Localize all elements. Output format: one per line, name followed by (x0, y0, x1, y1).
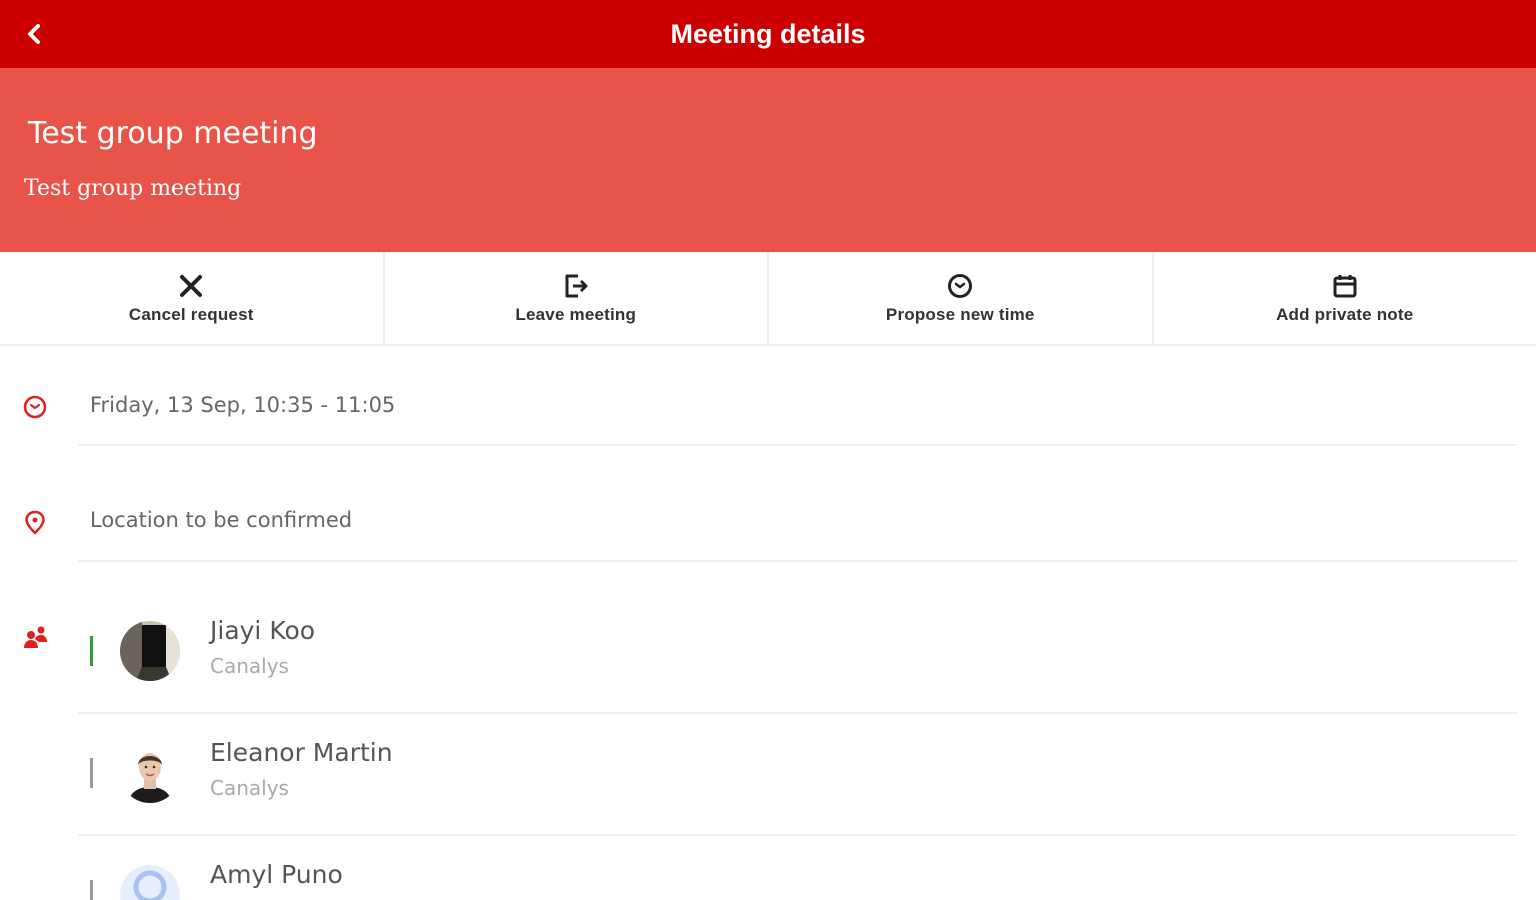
attendee-company: Canalys (210, 776, 289, 800)
clock-icon (948, 274, 973, 298)
meeting-title: Test group meeting (28, 116, 318, 151)
calendar-icon (1333, 275, 1357, 298)
page-title: Meeting details (670, 19, 866, 49)
datetime-row: Friday, 13 Sep, 10:35 - 11:05 (0, 380, 1536, 446)
attendee-row[interactable]: Eleanor Martin Canalys (0, 712, 1536, 832)
leave-meeting-label: Leave meeting (515, 305, 637, 324)
add-private-note-button[interactable]: Add private note (1154, 252, 1536, 344)
attendee-name: Jiayi Koo (210, 616, 316, 645)
meeting-datetime: Friday, 13 Sep, 10:35 - 11:05 (90, 393, 396, 417)
avatar (120, 621, 180, 681)
meeting-location: Location to be confirmed (90, 508, 353, 532)
attendance-status-indicator (90, 880, 93, 900)
cancel-request-button[interactable]: Cancel request (0, 252, 385, 344)
avatar (120, 865, 180, 900)
action-bar: Cancel request Leave meeting Propose new… (0, 252, 1536, 346)
cancel-request-label: Cancel request (128, 305, 254, 324)
meeting-header: Test group meeting Test group meeting (0, 68, 1536, 252)
attendee-name: Eleanor Martin (210, 738, 393, 767)
attendee-company: Canalys (210, 654, 289, 678)
attendance-status-indicator (90, 636, 93, 666)
propose-new-time-label: Propose new time (885, 305, 1035, 324)
attendee-row[interactable]: Jiayi Koo Canalys (0, 590, 1536, 710)
divider (78, 560, 1518, 562)
avatar (120, 743, 180, 803)
top-app-bar: Meeting details (0, 0, 1536, 68)
attendee-row[interactable]: Amyl Puno (0, 834, 1536, 900)
location-row: Location to be confirmed (0, 495, 1536, 561)
close-icon (180, 275, 203, 297)
location-pin-icon (25, 510, 45, 535)
add-private-note-label: Add private note (1276, 305, 1414, 324)
attendance-status-indicator (90, 758, 93, 788)
propose-new-time-button[interactable]: Propose new time (769, 252, 1154, 344)
attendee-name: Amyl Puno (210, 860, 343, 889)
leave-meeting-button[interactable]: Leave meeting (385, 252, 769, 344)
clock-icon (23, 395, 47, 419)
exit-icon (565, 274, 588, 298)
meeting-subtitle: Test group meeting (24, 176, 242, 201)
divider (78, 444, 1518, 446)
